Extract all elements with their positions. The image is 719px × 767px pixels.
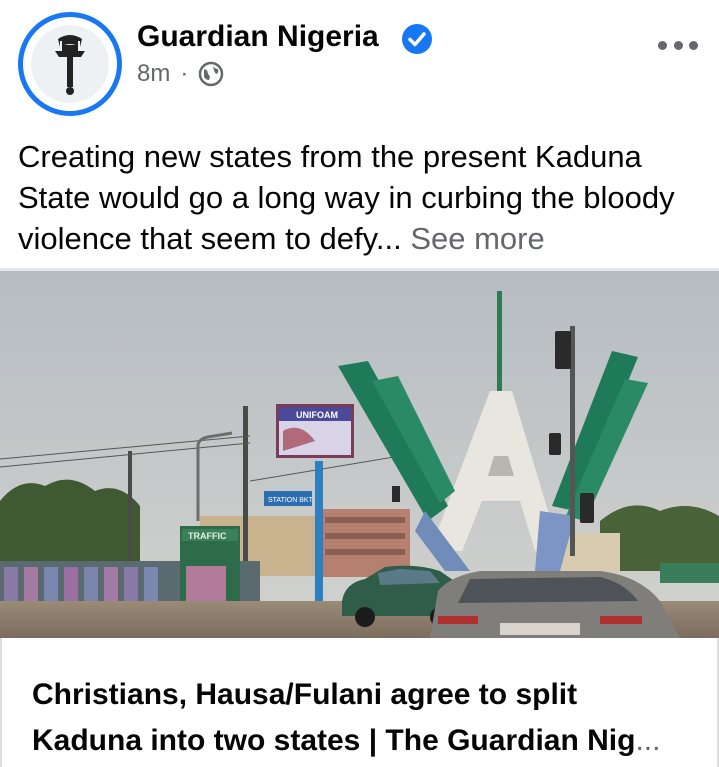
link-title-ellipsis: ...	[635, 724, 661, 757]
page-avatar[interactable]	[18, 12, 122, 116]
more-dot	[658, 40, 667, 50]
post-header: Guardian Nigeria 8m ·	[0, 0, 719, 130]
link-title-text: Christians, Hausa/Fulani agree to split …	[32, 678, 636, 757]
more-options-button[interactable]	[654, 30, 702, 60]
post-text: Creating new states from the present Kad…	[18, 136, 708, 259]
link-title[interactable]: Christians, Hausa/Fulani agree to split …	[32, 672, 692, 764]
more-dot	[689, 40, 698, 50]
street-sign-text: STATION BKT	[268, 497, 314, 504]
post-time[interactable]: 8m	[137, 60, 170, 88]
verified-badge-icon	[402, 24, 432, 54]
traffic-sign-text: TRAFFIC	[188, 531, 227, 541]
post-body: Creating new states from the present Kad…	[18, 139, 675, 256]
meta-separator: ·	[180, 60, 189, 87]
page-name[interactable]: Guardian Nigeria	[137, 20, 379, 54]
link-preview-card[interactable]: Christians, Hausa/Fulani agree to split …	[0, 638, 719, 767]
post-meta: 8m ·	[137, 60, 224, 88]
post-photo[interactable]: TRAFFIC UNIFOAM STATION BKT	[0, 271, 719, 638]
globe-icon	[199, 61, 224, 87]
guardian-logo	[31, 25, 109, 103]
more-dot	[673, 40, 683, 50]
billboard-text: UNIFOAM	[296, 410, 338, 420]
see-more-link[interactable]: See more	[410, 221, 544, 256]
